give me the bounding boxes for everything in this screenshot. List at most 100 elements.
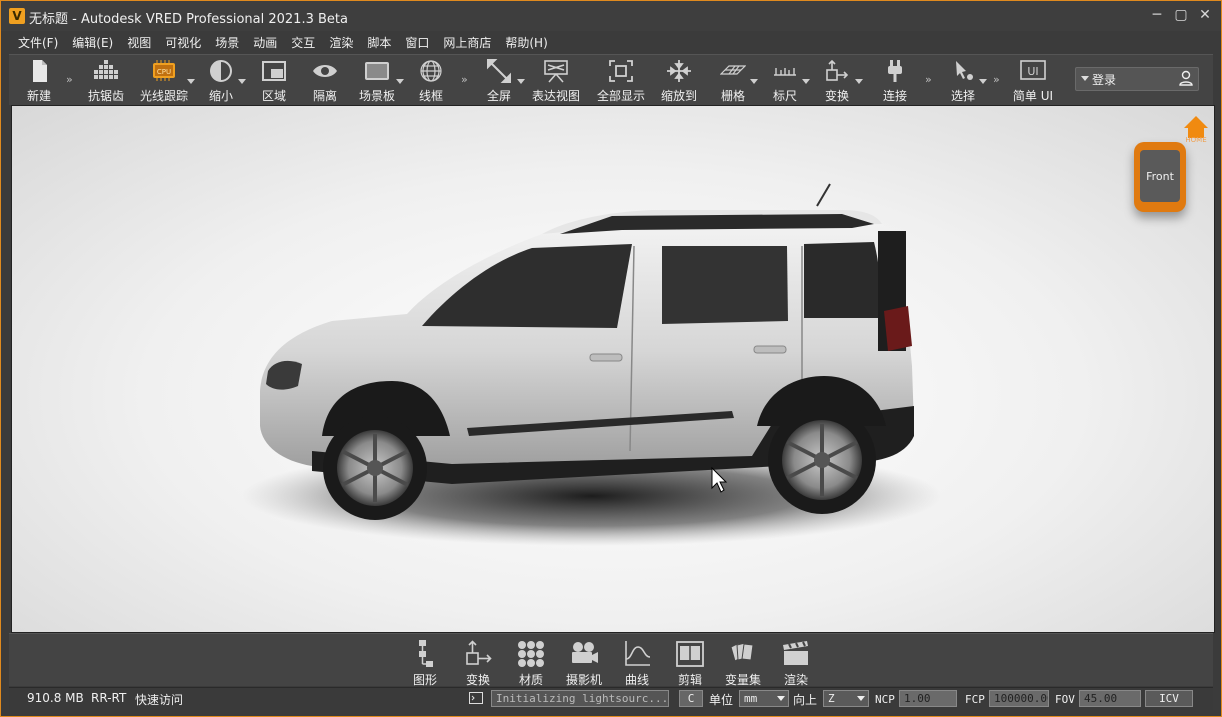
tool-fullscreen[interactable]: 全屏 — [481, 55, 517, 105]
menu-view[interactable]: 视图 — [120, 32, 158, 52]
module-materials[interactable]: 材质 — [505, 636, 557, 687]
toolbar-overflow-icon-4[interactable]: » — [993, 73, 1000, 86]
module-transform[interactable]: 变换 — [452, 636, 504, 687]
zoom-to-icon — [667, 60, 691, 82]
tool-show-all[interactable]: 全部显示 — [593, 55, 649, 105]
fullscreen-dropdown-icon[interactable] — [517, 79, 525, 84]
close-icon[interactable]: ✕ — [1197, 7, 1213, 23]
fullscreen-icon — [487, 59, 511, 83]
menu-scene[interactable]: 场景 — [208, 32, 246, 52]
tool-raytracing-label: 光线跟踪 — [139, 89, 189, 103]
tool-wireframe[interactable]: 线框 — [413, 55, 449, 105]
up-axis-select[interactable]: Z — [823, 690, 869, 707]
module-camera[interactable]: 摄影机 — [558, 636, 610, 687]
tool-new[interactable]: 新建 — [19, 55, 59, 105]
tool-antialias[interactable]: 抗锯齿 — [83, 55, 129, 105]
tool-fullscreen-label: 全屏 — [486, 89, 512, 103]
ruler-dropdown-icon[interactable] — [802, 79, 810, 84]
menu-edit[interactable]: 编辑(E) — [65, 32, 120, 52]
module-scenegraph-label: 图形 — [412, 673, 437, 687]
transform-dropdown-icon[interactable] — [855, 79, 863, 84]
fcp-input[interactable]: 100000.00 — [989, 690, 1049, 707]
up-axis-dropdown-icon — [857, 696, 865, 701]
tool-zoom-to[interactable]: 缩放到 — [657, 55, 701, 105]
select-dropdown-icon[interactable] — [979, 79, 987, 84]
tool-transform[interactable]: 变换 — [817, 55, 857, 105]
home-label: HOME — [1185, 136, 1207, 144]
tool-sceneplate-label: 场景板 — [358, 89, 396, 103]
tool-show-all-label: 全部显示 — [596, 89, 646, 103]
module-clips-label: 剪辑 — [677, 673, 702, 687]
clips-icon — [676, 641, 704, 667]
tool-presentation[interactable]: 表达视图 — [530, 55, 582, 105]
tool-simple-ui[interactable]: UI 简单 UI — [1009, 55, 1057, 105]
tool-wireframe-label: 线框 — [418, 89, 444, 103]
tool-grid[interactable]: 栅格 — [713, 55, 753, 105]
maximize-icon[interactable]: ▢ — [1173, 7, 1189, 23]
up-axis-label: 向上 — [793, 693, 818, 707]
sceneplate-dropdown-icon[interactable] — [396, 79, 404, 84]
toolbar-overflow-icon-3[interactable]: » — [925, 73, 932, 86]
tool-sceneplate[interactable]: 场景板 — [355, 55, 399, 105]
icv-button[interactable]: ICV — [1145, 690, 1193, 707]
ncp-input[interactable]: 1.00 — [899, 690, 957, 707]
tool-connect[interactable]: 连接 — [877, 55, 913, 105]
cpu-badge: CPU — [157, 68, 171, 76]
variant-sets-icon — [730, 642, 754, 662]
zoom-out-dropdown-icon[interactable] — [238, 79, 246, 84]
toolbar-overflow-icon[interactable]: » — [66, 73, 73, 86]
window-title: 无标题 - Autodesk VRED Professional 2021.3 … — [29, 12, 348, 27]
quick-access[interactable]: 快速访问 — [135, 691, 183, 708]
tool-raytracing[interactable]: CPU 光线跟踪 — [137, 55, 191, 105]
tool-presentation-label: 表达视图 — [531, 89, 581, 103]
tool-ruler[interactable]: 标尺 — [765, 55, 805, 105]
menu-help[interactable]: 帮助(H) — [498, 32, 554, 52]
menu-render[interactable]: 渲染 — [322, 32, 360, 52]
unit-select[interactable]: mm — [739, 690, 789, 707]
wireframe-sphere-icon — [420, 60, 442, 82]
tool-zoom-out[interactable]: 缩小 — [203, 55, 239, 105]
antialias-icon — [94, 60, 118, 79]
module-curves[interactable]: 曲线 — [611, 636, 663, 687]
navcube-face-label: Front — [1146, 170, 1174, 183]
menu-animation[interactable]: 动画 — [246, 32, 284, 52]
module-scenegraph[interactable]: 图形 — [399, 636, 451, 687]
tool-zoom-out-label: 缩小 — [208, 89, 234, 103]
rear-wheel — [768, 406, 876, 514]
module-transform-label: 变换 — [465, 673, 490, 687]
terminal-icon[interactable] — [469, 692, 483, 704]
tool-grid-label: 栅格 — [720, 89, 746, 103]
menu-script[interactable]: 脚本 — [360, 32, 398, 52]
toolbar-overflow-icon-2[interactable]: » — [461, 73, 468, 86]
module-clips[interactable]: 剪辑 — [664, 636, 716, 687]
menu-window[interactable]: 窗口 — [398, 32, 436, 52]
menu-bar: 文件(F) 编辑(E) 视图 可视化 场景 动画 交互 渲染 脚本 窗口 网上商… — [11, 32, 555, 52]
tool-antialias-label: 抗锯齿 — [87, 89, 125, 103]
module-toolbar: 图形 变换 材质 摄影机 曲线 剪辑 变量集 渲染 — [9, 633, 1213, 687]
region-icon — [262, 61, 286, 81]
half-circle-icon — [210, 60, 232, 82]
tool-region[interactable]: 区域 — [256, 55, 292, 105]
raytracing-dropdown-icon[interactable] — [187, 79, 195, 84]
tool-isolate[interactable]: 隔离 — [307, 55, 343, 105]
minimize-icon[interactable]: ─ — [1149, 7, 1165, 23]
clear-button[interactable]: C — [679, 690, 703, 707]
home-view-button[interactable]: HOME — [1180, 114, 1212, 144]
menu-file[interactable]: 文件(F) — [11, 32, 65, 52]
render-viewport[interactable]: HOME Front — [11, 105, 1215, 633]
cpu-raytrace-icon: CPU — [153, 60, 175, 81]
rear-quarter-window — [804, 242, 882, 318]
module-variant-sets[interactable]: 变量集 — [717, 636, 769, 687]
grid-dropdown-icon[interactable] — [750, 79, 758, 84]
menu-visualization[interactable]: 可视化 — [158, 32, 208, 52]
login-dropdown[interactable]: 登录 — [1075, 67, 1199, 91]
unit-value: mm — [744, 692, 758, 705]
login-label: 登录 — [1092, 73, 1117, 87]
fov-input[interactable]: 45.00 — [1079, 690, 1141, 707]
menu-webshop[interactable]: 网上商店 — [436, 32, 498, 52]
tool-select[interactable]: 选择 — [945, 55, 981, 105]
car-render — [242, 183, 942, 546]
navigation-cube[interactable]: Front — [1134, 142, 1186, 212]
menu-interaction[interactable]: 交互 — [284, 32, 322, 52]
module-render[interactable]: 渲染 — [770, 636, 822, 687]
